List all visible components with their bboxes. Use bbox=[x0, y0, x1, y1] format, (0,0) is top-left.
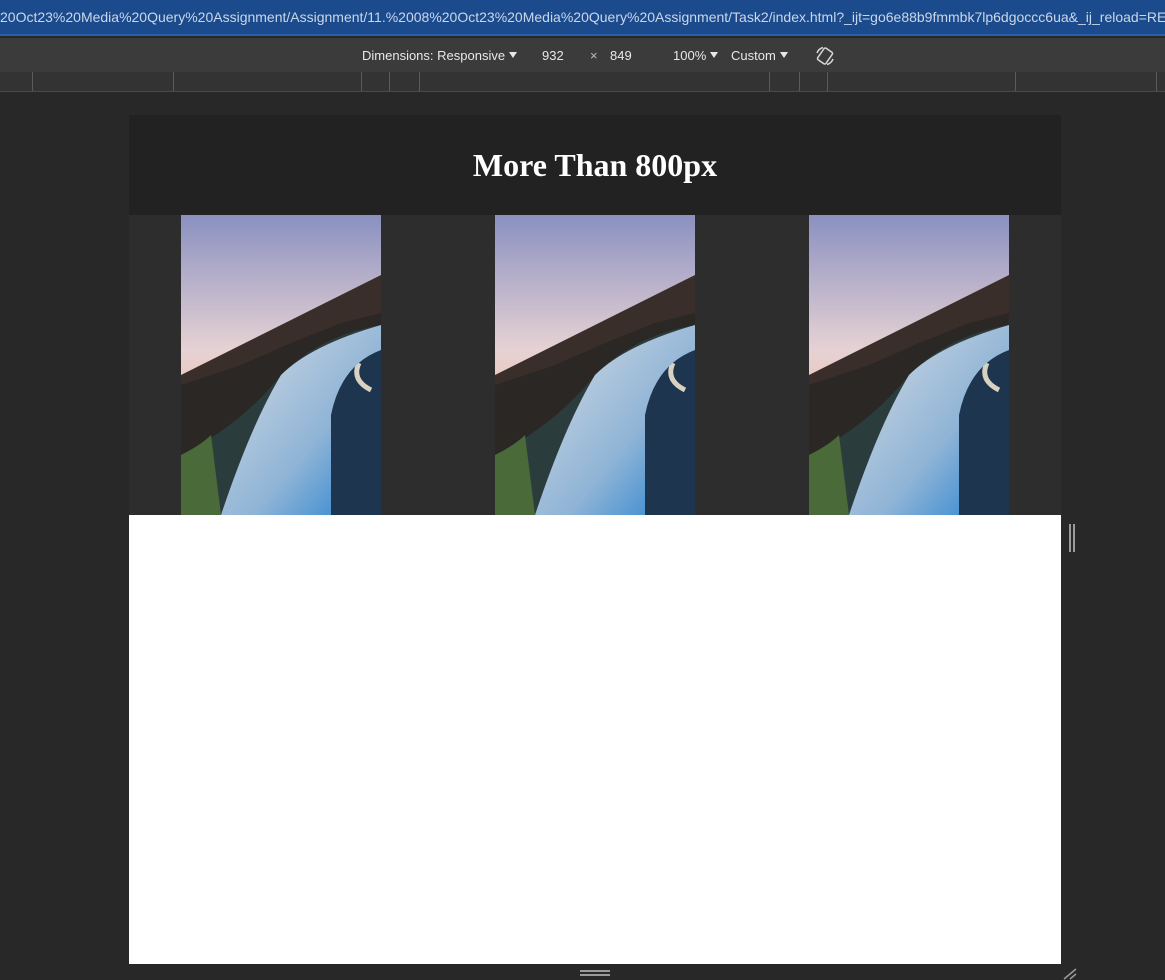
grip-line bbox=[580, 974, 610, 976]
chevron-down-icon bbox=[509, 52, 518, 58]
gallery-image bbox=[181, 215, 381, 515]
chevron-down-icon bbox=[710, 52, 719, 58]
width-input[interactable]: 932 bbox=[542, 38, 564, 72]
corner-resize-handle[interactable] bbox=[1062, 966, 1078, 980]
mq-marker[interactable] bbox=[419, 72, 420, 91]
grip-line bbox=[580, 970, 610, 972]
mq-marker[interactable] bbox=[1015, 72, 1016, 91]
right-resize-handle[interactable] bbox=[1069, 524, 1075, 554]
page-title: More Than 800px bbox=[472, 146, 718, 183]
grip-line bbox=[1069, 524, 1071, 552]
mq-marker[interactable] bbox=[769, 72, 770, 91]
url-text[interactable]: 20Oct23%20Media%20Query%20Assignment/Ass… bbox=[0, 9, 1165, 25]
mq-marker[interactable] bbox=[827, 72, 828, 91]
gallery-image bbox=[809, 215, 1009, 515]
road-photo bbox=[809, 215, 1009, 515]
mq-marker[interactable] bbox=[361, 72, 362, 91]
zoom-dropdown[interactable]: 100% bbox=[673, 38, 719, 72]
bottom-resize-handle[interactable] bbox=[580, 970, 610, 978]
gallery-image bbox=[495, 215, 695, 515]
image-gallery bbox=[129, 215, 1061, 515]
device-toolbar: Dimensions: Responsive 932 × 849 100% Cu… bbox=[0, 38, 1165, 72]
mq-marker[interactable] bbox=[1156, 72, 1157, 91]
height-input[interactable]: 849 bbox=[610, 38, 632, 72]
mq-marker[interactable] bbox=[173, 72, 174, 91]
grip-line bbox=[1073, 524, 1075, 552]
road-photo bbox=[495, 215, 695, 515]
dimensions-dropdown[interactable]: Dimensions: Responsive bbox=[362, 38, 518, 72]
rotate-icon[interactable] bbox=[814, 45, 836, 67]
emulated-viewport: More Than 800px bbox=[129, 115, 1061, 964]
road-photo bbox=[181, 215, 381, 515]
mq-marker[interactable] bbox=[389, 72, 390, 91]
chevron-down-icon bbox=[779, 52, 788, 58]
times-glyph: × bbox=[590, 48, 598, 63]
media-query-bar[interactable] bbox=[0, 72, 1165, 92]
zoom-value: 100% bbox=[673, 48, 707, 63]
throttle-dropdown[interactable]: Custom bbox=[731, 38, 788, 72]
dimensions-label: Dimensions: Responsive bbox=[362, 48, 506, 63]
throttle-value: Custom bbox=[731, 48, 776, 63]
mq-marker[interactable] bbox=[799, 72, 800, 91]
page-header: More Than 800px bbox=[129, 115, 1061, 215]
width-value: 932 bbox=[542, 48, 564, 63]
height-value: 849 bbox=[610, 48, 632, 63]
mq-marker[interactable] bbox=[32, 72, 33, 91]
times-separator: × bbox=[590, 38, 598, 72]
address-bar[interactable]: 20Oct23%20Media%20Query%20Assignment/Ass… bbox=[0, 0, 1165, 36]
